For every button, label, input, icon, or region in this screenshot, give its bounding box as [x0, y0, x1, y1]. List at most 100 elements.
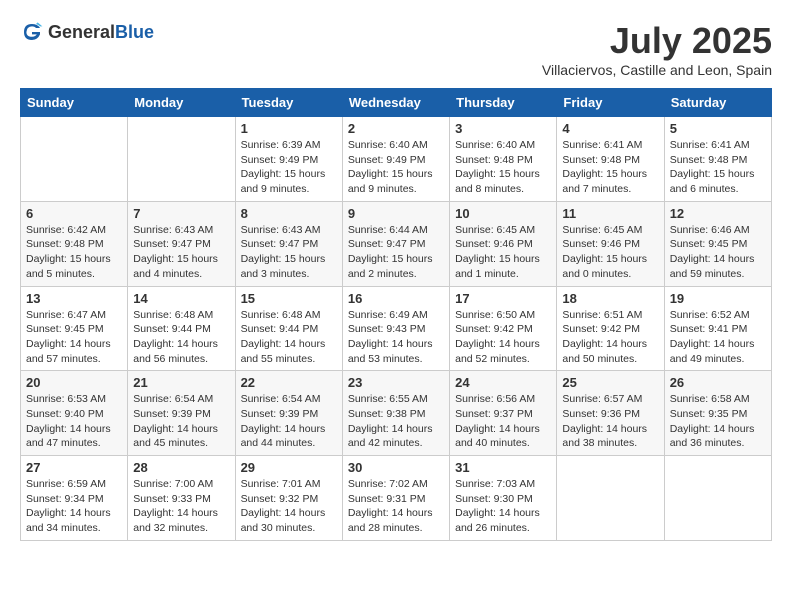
- day-number: 15: [241, 291, 337, 306]
- day-info: Sunrise: 6:56 AM Sunset: 9:37 PM Dayligh…: [455, 392, 551, 451]
- day-number: 30: [348, 460, 444, 475]
- calendar-cell: [557, 456, 664, 541]
- calendar-cell: 24 Sunrise: 6:56 AM Sunset: 9:37 PM Dayli…: [450, 371, 557, 456]
- day-number: 27: [26, 460, 122, 475]
- calendar-cell: [128, 117, 235, 202]
- calendar-cell: 31 Sunrise: 7:03 AM Sunset: 9:30 PM Dayli…: [450, 456, 557, 541]
- calendar-cell: 2Sunrise: 6:40 AM Sunset: 9:49 PM Daylig…: [342, 117, 449, 202]
- day-number: 13: [26, 291, 122, 306]
- calendar-cell: 5 Sunrise: 6:41 AM Sunset: 9:48 PM Daylig…: [664, 117, 771, 202]
- day-info: Sunrise: 6:45 AM Sunset: 9:46 PM Dayligh…: [455, 223, 551, 282]
- day-number: 9: [348, 206, 444, 221]
- day-info: Sunrise: 6:42 AM Sunset: 9:48 PM Dayligh…: [26, 223, 122, 282]
- day-number: 7: [133, 206, 229, 221]
- calendar-cell: 23 Sunrise: 6:55 AM Sunset: 9:38 PM Dayli…: [342, 371, 449, 456]
- day-number: 12: [670, 206, 766, 221]
- day-info: Sunrise: 6:41 AM Sunset: 9:48 PM Dayligh…: [670, 138, 766, 197]
- weekday-header-saturday: Saturday: [664, 89, 771, 117]
- calendar-cell: 15 Sunrise: 6:48 AM Sunset: 9:44 PM Dayli…: [235, 286, 342, 371]
- day-info: Sunrise: 7:03 AM Sunset: 9:30 PM Dayligh…: [455, 477, 551, 536]
- day-info: Sunrise: 6:50 AM Sunset: 9:42 PM Dayligh…: [455, 308, 551, 367]
- day-info: Sunrise: 6:48 AM Sunset: 9:44 PM Dayligh…: [133, 308, 229, 367]
- logo-general: General: [48, 22, 115, 42]
- day-number: 5: [670, 121, 766, 136]
- calendar-cell: 30 Sunrise: 7:02 AM Sunset: 9:31 PM Dayli…: [342, 456, 449, 541]
- calendar-cell: 27 Sunrise: 6:59 AM Sunset: 9:34 PM Dayli…: [21, 456, 128, 541]
- location-title: Villaciervos, Castille and Leon, Spain: [542, 62, 772, 78]
- calendar: SundayMondayTuesdayWednesdayThursdayFrid…: [20, 88, 772, 541]
- weekday-header-friday: Friday: [557, 89, 664, 117]
- day-info: Sunrise: 7:02 AM Sunset: 9:31 PM Dayligh…: [348, 477, 444, 536]
- day-number: 10: [455, 206, 551, 221]
- calendar-cell: 21 Sunrise: 6:54 AM Sunset: 9:39 PM Dayli…: [128, 371, 235, 456]
- day-number: 23: [348, 375, 444, 390]
- day-info: Sunrise: 6:54 AM Sunset: 9:39 PM Dayligh…: [241, 392, 337, 451]
- weekday-header-row: SundayMondayTuesdayWednesdayThursdayFrid…: [21, 89, 772, 117]
- day-number: 21: [133, 375, 229, 390]
- day-info: Sunrise: 6:51 AM Sunset: 9:42 PM Dayligh…: [562, 308, 658, 367]
- day-number: 29: [241, 460, 337, 475]
- week-row-2: 6 Sunrise: 6:42 AM Sunset: 9:48 PM Daylig…: [21, 201, 772, 286]
- day-info: Sunrise: 6:48 AM Sunset: 9:44 PM Dayligh…: [241, 308, 337, 367]
- logo: GeneralBlue: [20, 20, 154, 44]
- day-number: 24: [455, 375, 551, 390]
- calendar-cell: 28Sunrise: 7:00 AM Sunset: 9:33 PM Dayli…: [128, 456, 235, 541]
- calendar-cell: 29Sunrise: 7:01 AM Sunset: 9:32 PM Dayli…: [235, 456, 342, 541]
- weekday-header-monday: Monday: [128, 89, 235, 117]
- day-info: Sunrise: 6:52 AM Sunset: 9:41 PM Dayligh…: [670, 308, 766, 367]
- weekday-header-thursday: Thursday: [450, 89, 557, 117]
- calendar-cell: 8Sunrise: 6:43 AM Sunset: 9:47 PM Daylig…: [235, 201, 342, 286]
- calendar-cell: 14 Sunrise: 6:48 AM Sunset: 9:44 PM Dayli…: [128, 286, 235, 371]
- logo-icon: [20, 20, 44, 44]
- calendar-cell: 11Sunrise: 6:45 AM Sunset: 9:46 PM Dayli…: [557, 201, 664, 286]
- day-info: Sunrise: 6:49 AM Sunset: 9:43 PM Dayligh…: [348, 308, 444, 367]
- day-info: Sunrise: 6:47 AM Sunset: 9:45 PM Dayligh…: [26, 308, 122, 367]
- day-number: 31: [455, 460, 551, 475]
- title-block: July 2025 Villaciervos, Castille and Leo…: [542, 20, 772, 78]
- calendar-cell: 22 Sunrise: 6:54 AM Sunset: 9:39 PM Dayli…: [235, 371, 342, 456]
- weekday-header-tuesday: Tuesday: [235, 89, 342, 117]
- day-info: Sunrise: 6:58 AM Sunset: 9:35 PM Dayligh…: [670, 392, 766, 451]
- logo-text: GeneralBlue: [48, 22, 154, 43]
- week-row-3: 13 Sunrise: 6:47 AM Sunset: 9:45 PM Dayli…: [21, 286, 772, 371]
- weekday-header-wednesday: Wednesday: [342, 89, 449, 117]
- day-info: Sunrise: 6:43 AM Sunset: 9:47 PM Dayligh…: [241, 223, 337, 282]
- logo-blue: Blue: [115, 22, 154, 42]
- calendar-cell: 16 Sunrise: 6:49 AM Sunset: 9:43 PM Dayli…: [342, 286, 449, 371]
- day-info: Sunrise: 6:54 AM Sunset: 9:39 PM Dayligh…: [133, 392, 229, 451]
- day-number: 14: [133, 291, 229, 306]
- day-number: 6: [26, 206, 122, 221]
- day-number: 20: [26, 375, 122, 390]
- calendar-cell: 20 Sunrise: 6:53 AM Sunset: 9:40 PM Dayli…: [21, 371, 128, 456]
- day-info: Sunrise: 6:59 AM Sunset: 9:34 PM Dayligh…: [26, 477, 122, 536]
- week-row-5: 27 Sunrise: 6:59 AM Sunset: 9:34 PM Dayli…: [21, 456, 772, 541]
- day-info: Sunrise: 6:43 AM Sunset: 9:47 PM Dayligh…: [133, 223, 229, 282]
- day-info: Sunrise: 7:00 AM Sunset: 9:33 PM Dayligh…: [133, 477, 229, 536]
- day-number: 16: [348, 291, 444, 306]
- day-number: 11: [562, 206, 658, 221]
- day-info: Sunrise: 6:53 AM Sunset: 9:40 PM Dayligh…: [26, 392, 122, 451]
- calendar-cell: 26Sunrise: 6:58 AM Sunset: 9:35 PM Dayli…: [664, 371, 771, 456]
- day-info: Sunrise: 6:40 AM Sunset: 9:49 PM Dayligh…: [348, 138, 444, 197]
- day-info: Sunrise: 6:40 AM Sunset: 9:48 PM Dayligh…: [455, 138, 551, 197]
- week-row-4: 20 Sunrise: 6:53 AM Sunset: 9:40 PM Dayli…: [21, 371, 772, 456]
- day-number: 22: [241, 375, 337, 390]
- calendar-cell: 10 Sunrise: 6:45 AM Sunset: 9:46 PM Dayli…: [450, 201, 557, 286]
- day-number: 19: [670, 291, 766, 306]
- calendar-cell: 6 Sunrise: 6:42 AM Sunset: 9:48 PM Daylig…: [21, 201, 128, 286]
- calendar-cell: 18 Sunrise: 6:51 AM Sunset: 9:42 PM Dayli…: [557, 286, 664, 371]
- week-row-1: 1Sunrise: 6:39 AM Sunset: 9:49 PM Daylig…: [21, 117, 772, 202]
- month-title: July 2025: [542, 20, 772, 62]
- day-number: 1: [241, 121, 337, 136]
- day-info: Sunrise: 6:55 AM Sunset: 9:38 PM Dayligh…: [348, 392, 444, 451]
- day-number: 25: [562, 375, 658, 390]
- day-info: Sunrise: 6:44 AM Sunset: 9:47 PM Dayligh…: [348, 223, 444, 282]
- calendar-cell: 12 Sunrise: 6:46 AM Sunset: 9:45 PM Dayli…: [664, 201, 771, 286]
- day-info: Sunrise: 6:46 AM Sunset: 9:45 PM Dayligh…: [670, 223, 766, 282]
- calendar-cell: 17 Sunrise: 6:50 AM Sunset: 9:42 PM Dayli…: [450, 286, 557, 371]
- calendar-cell: 4Sunrise: 6:41 AM Sunset: 9:48 PM Daylig…: [557, 117, 664, 202]
- calendar-cell: 9 Sunrise: 6:44 AM Sunset: 9:47 PM Daylig…: [342, 201, 449, 286]
- day-number: 18: [562, 291, 658, 306]
- calendar-cell: 1Sunrise: 6:39 AM Sunset: 9:49 PM Daylig…: [235, 117, 342, 202]
- day-number: 17: [455, 291, 551, 306]
